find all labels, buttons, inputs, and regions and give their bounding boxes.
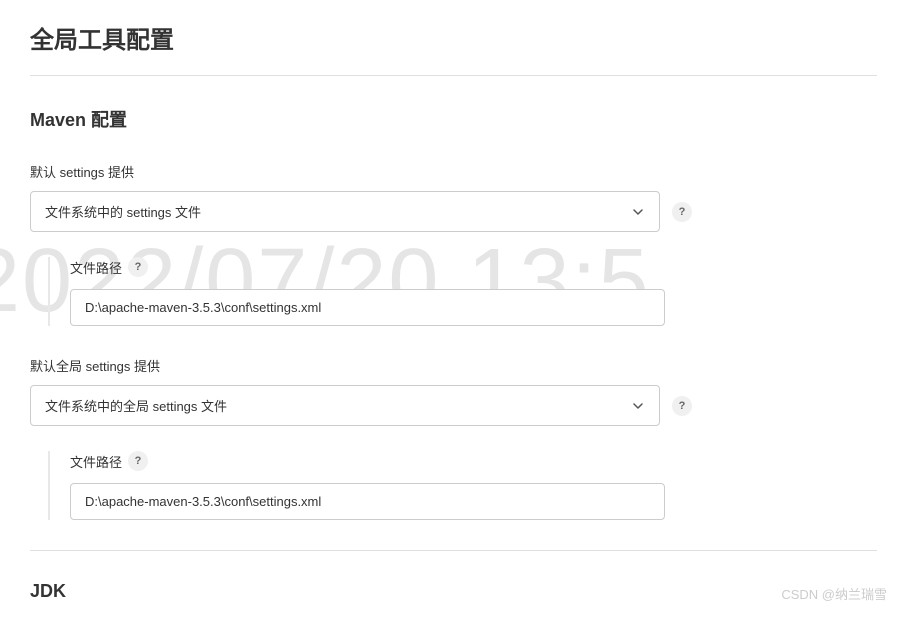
default-global-filepath-group: 文件路径 ? <box>48 451 877 520</box>
help-icon[interactable]: ? <box>128 257 148 277</box>
default-global-settings-label: 默认全局 settings 提供 <box>30 356 877 375</box>
default-global-filepath-input[interactable] <box>70 483 665 520</box>
filepath-label-row: 文件路径 ? <box>70 257 877 277</box>
default-settings-group: 默认 settings 提供 文件系统中的 settings 文件 ? 文件路径… <box>30 162 877 326</box>
maven-section-title: Maven 配置 <box>30 106 877 132</box>
default-settings-row: 文件系统中的 settings 文件 ? <box>30 191 877 232</box>
page-title: 全局工具配置 <box>30 20 877 55</box>
jdk-section-title: JDK <box>30 581 877 602</box>
help-icon[interactable]: ? <box>128 451 148 471</box>
chevron-down-icon <box>631 399 645 413</box>
default-global-settings-select-value: 文件系统中的全局 settings 文件 <box>45 396 227 415</box>
filepath-label: 文件路径 <box>70 258 122 277</box>
config-container: 全局工具配置 Maven 配置 默认 settings 提供 文件系统中的 se… <box>0 0 907 622</box>
default-global-settings-select[interactable]: 文件系统中的全局 settings 文件 <box>30 385 660 426</box>
default-settings-label: 默认 settings 提供 <box>30 162 877 181</box>
default-settings-filepath-group: 文件路径 ? <box>48 257 877 326</box>
default-settings-select[interactable]: 文件系统中的 settings 文件 <box>30 191 660 232</box>
default-settings-select-value: 文件系统中的 settings 文件 <box>45 202 201 221</box>
help-icon[interactable]: ? <box>672 202 692 222</box>
divider <box>30 550 877 551</box>
global-filepath-label-row: 文件路径 ? <box>70 451 877 471</box>
default-global-settings-group: 默认全局 settings 提供 文件系统中的全局 settings 文件 ? … <box>30 356 877 520</box>
chevron-down-icon <box>631 205 645 219</box>
divider <box>30 75 877 76</box>
help-icon[interactable]: ? <box>672 396 692 416</box>
global-filepath-label: 文件路径 <box>70 452 122 471</box>
default-settings-filepath-input[interactable] <box>70 289 665 326</box>
default-global-settings-row: 文件系统中的全局 settings 文件 ? <box>30 385 877 426</box>
